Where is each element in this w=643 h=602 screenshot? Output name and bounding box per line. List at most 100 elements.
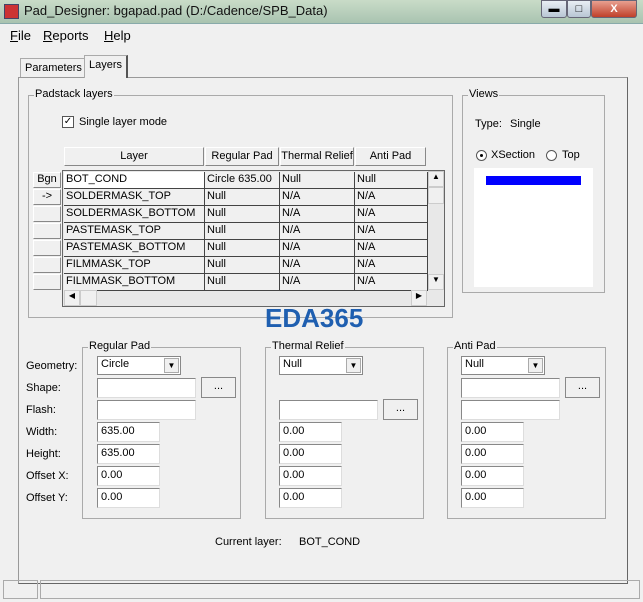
anti-pad-offset-x-input[interactable]: 0.00 [461,466,524,486]
row-select-button[interactable]: -> [33,189,61,205]
table-cell[interactable]: N/A [355,274,428,291]
table-cell[interactable]: N/A [280,274,355,291]
xsection-radio[interactable] [476,150,487,161]
status-bar-pane-1 [3,580,38,599]
table-cell[interactable]: N/A [355,206,428,223]
app-icon [4,4,19,19]
regular-pad-shape-input[interactable] [97,378,196,398]
height-label: Height: [26,448,61,460]
vertical-scroll-thumb[interactable] [428,187,444,204]
scroll-right-button[interactable]: ▶ [411,290,427,306]
horizontal-scroll-thumb[interactable] [80,290,97,306]
single-layer-mode-checkbox[interactable]: ✓ [62,116,74,128]
table-cell[interactable]: PASTEMASK_BOTTOM [64,240,205,257]
offset-y-label: Offset Y: [26,492,68,504]
chevron-down-icon[interactable]: ▼ [346,358,361,373]
chevron-down-icon[interactable]: ▼ [164,358,179,373]
table-cell[interactable]: N/A [355,189,428,206]
thermal-relief-flash-input[interactable] [279,400,378,420]
menu-file[interactable]: File [10,28,31,43]
thermal-relief-geometry-select[interactable]: Null ▼ [279,356,363,375]
anti-pad-flash-input[interactable] [461,400,560,420]
layer-bar [486,176,581,185]
table-cell[interactable]: FILMMASK_BOTTOM [64,274,205,291]
menu-reports[interactable]: Reports [43,28,89,43]
anti-pad-offset-y-input[interactable]: 0.00 [461,488,524,508]
table-cell[interactable]: Null [205,189,280,206]
table-cell[interactable]: Null [280,172,355,189]
table-cell[interactable]: BOT_COND [64,172,205,189]
scroll-down-button[interactable]: ▼ [428,274,444,290]
anti-pad-shape-input[interactable] [461,378,560,398]
anti-pad-label: Anti Pad [453,340,497,352]
anti-pad-width-input[interactable]: 0.00 [461,422,524,442]
minimize-button[interactable]: ▬ [541,0,567,18]
tab-parameters[interactable]: Parameters [20,58,87,77]
column-header-regular-pad[interactable]: Regular Pad [205,147,279,166]
table-cell[interactable]: N/A [280,257,355,274]
anti-pad-shape-browse-button[interactable]: ... [565,377,600,398]
table-cell[interactable]: N/A [355,240,428,257]
column-header-layer[interactable]: Layer [64,147,204,166]
table-cell[interactable]: SOLDERMASK_TOP [64,189,205,206]
table-cell[interactable]: N/A [280,223,355,240]
window-title: Pad_Designer: bgapad.pad (D:/Cadence/SPB… [24,3,328,18]
thermal-relief-geometry-value: Null [283,358,302,370]
views-label: Views [468,88,500,100]
table-cell[interactable]: PASTEMASK_TOP [64,223,205,240]
table-cell[interactable]: N/A [280,189,355,206]
thermal-relief-label: Thermal Relief [271,340,345,352]
regular-pad-offset-y-input[interactable]: 0.00 [97,488,160,508]
row-select-button[interactable] [33,206,61,222]
row-select-button[interactable] [33,274,61,290]
table-cell[interactable]: Null [205,240,280,257]
row-select-button[interactable] [33,240,61,256]
regular-pad-geometry-select[interactable]: Circle ▼ [97,356,181,375]
scroll-up-button[interactable]: ▲ [428,171,444,187]
regular-pad-shape-browse-button[interactable]: ... [201,377,236,398]
table-cell[interactable]: Null [205,274,280,291]
table-cell[interactable]: Circle 635.00 [205,172,280,189]
current-layer-value: BOT_COND [299,536,361,548]
thermal-relief-flash-browse-button[interactable]: ... [383,399,418,420]
table-cell[interactable]: FILMMASK_TOP [64,257,205,274]
status-bar-pane-2 [40,580,640,599]
thermal-relief-width-input[interactable]: 0.00 [279,422,342,442]
table-cell[interactable]: Null [205,257,280,274]
view-canvas [474,168,593,287]
padstack-layers-label: Padstack layers [34,88,114,100]
regular-pad-width-input[interactable]: 635.00 [97,422,160,442]
close-button[interactable]: X [591,0,637,18]
table-cell[interactable]: N/A [355,257,428,274]
regular-pad-offset-x-input[interactable]: 0.00 [97,466,160,486]
table-cell[interactable]: SOLDERMASK_BOTTOM [64,206,205,223]
scroll-left-button[interactable]: ◀ [64,290,80,306]
table-cell[interactable]: N/A [280,206,355,223]
column-header-anti-pad[interactable]: Anti Pad [355,147,426,166]
top-radio[interactable] [546,150,557,161]
width-label: Width: [26,426,58,438]
menu-help[interactable]: Help [104,28,131,43]
regular-pad-height-input[interactable]: 635.00 [97,444,160,464]
anti-pad-height-input[interactable]: 0.00 [461,444,524,464]
top-label: Top [562,149,580,161]
maximize-button[interactable]: □ [567,0,591,18]
column-header-thermal-relief[interactable]: Thermal Relief [280,147,354,166]
table-cell[interactable]: Null [355,172,428,189]
tab-layers[interactable]: Layers [84,55,129,78]
table-cell[interactable]: Null [205,206,280,223]
thermal-relief-offset-x-input[interactable]: 0.00 [279,466,342,486]
table-cell[interactable]: N/A [355,223,428,240]
row-select-button[interactable]: Bgn [33,172,61,188]
table-cell[interactable]: Null [205,223,280,240]
thermal-relief-height-input[interactable]: 0.00 [279,444,342,464]
chevron-down-icon[interactable]: ▼ [528,358,543,373]
single-layer-mode-label: Single layer mode [79,116,168,128]
table-cell[interactable]: N/A [280,240,355,257]
thermal-relief-offset-y-input[interactable]: 0.00 [279,488,342,508]
regular-pad-flash-input[interactable] [97,400,196,420]
row-select-button[interactable] [33,223,61,239]
row-select-button[interactable] [33,257,61,273]
anti-pad-geometry-select[interactable]: Null ▼ [461,356,545,375]
type-value: Single [510,118,541,130]
